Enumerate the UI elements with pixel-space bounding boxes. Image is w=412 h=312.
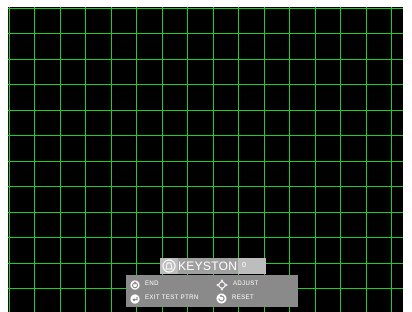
test-pattern-screen: KEYSTONE 0 END EXIT TEST PTRN ADJUST RES…: [8, 7, 403, 312]
help-end-label: END: [145, 281, 159, 287]
help-exit-label: EXIT TEST PTRN: [145, 295, 199, 301]
help-adjust: ADJUST: [216, 278, 259, 291]
keystone-value: 0: [242, 262, 246, 269]
keystone-icon: [162, 259, 176, 273]
enter-icon: [130, 293, 140, 304]
keystone-title: KEYSTONE: [178, 258, 246, 274]
help-adjust-label: ADJUST: [233, 281, 259, 287]
help-reset: RESET: [216, 292, 254, 305]
four-way-arrows-icon: [216, 278, 228, 291]
keystone-title-bar: KEYSTONE 0: [160, 258, 266, 274]
help-panel: END EXIT TEST PTRN ADJUST RESET: [126, 275, 298, 307]
help-reset-label: RESET: [232, 295, 255, 301]
reset-icon: [216, 293, 227, 304]
help-end: END: [130, 278, 159, 291]
power-icon: [130, 279, 140, 290]
help-exit-test-pattern: EXIT TEST PTRN: [130, 292, 199, 305]
keystone-icon-box: [160, 258, 178, 274]
keystone-value-box: 0: [238, 258, 266, 274]
